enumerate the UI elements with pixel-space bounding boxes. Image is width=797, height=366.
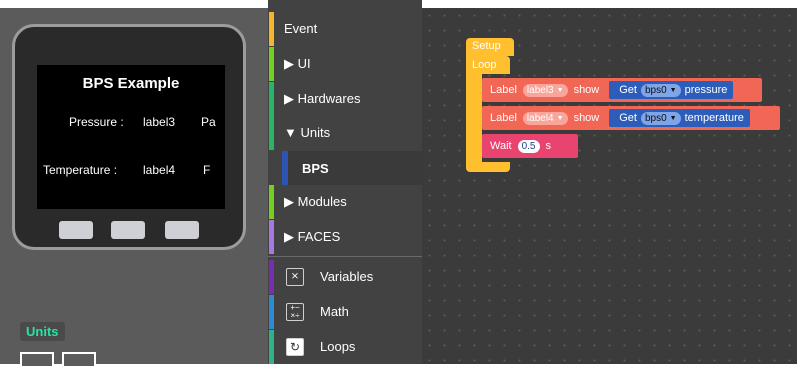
category-label: Math — [320, 304, 349, 319]
setup-block[interactable]: Setup — [466, 38, 514, 56]
label-dropdown-1[interactable]: label3 ▼ — [522, 83, 568, 97]
category-event[interactable]: Event — [268, 12, 422, 46]
category-color-bar — [269, 185, 274, 219]
label-keyword: Label — [490, 112, 517, 124]
category-loops[interactable]: ↻ Loops — [268, 330, 422, 364]
setup-label: Setup — [472, 40, 501, 52]
category-hardwares[interactable]: ▶ Hardwares — [268, 82, 422, 116]
wait-seconds-input[interactable]: 0.5 — [517, 139, 540, 153]
category-bps[interactable]: BPS — [282, 151, 422, 185]
pressure-unit[interactable]: Pa — [201, 115, 216, 129]
category-label: Variables — [320, 269, 374, 284]
chevron-down-icon: ▼ — [669, 114, 677, 122]
category-color-bar — [282, 151, 288, 185]
variables-icon: ⨯ — [286, 268, 304, 286]
device-button-a[interactable] — [59, 221, 93, 239]
get-keyword: Get — [619, 84, 637, 96]
device-button-c[interactable] — [165, 221, 199, 239]
get-bps-block-2[interactable]: Get bps0 ▼ temperature — [609, 109, 750, 127]
chevron-down-icon: ▼ — [556, 86, 564, 94]
chevron-down-icon: ▼ — [669, 86, 677, 94]
label-show-block-1[interactable]: Label label3 ▼ show Get bps0 ▼ pressure — [482, 78, 762, 102]
category-faces[interactable]: ▶ FACES — [268, 220, 422, 254]
label-dropdown-2[interactable]: label4 ▼ — [522, 111, 568, 125]
category-label: ▶ UI — [284, 56, 311, 71]
category-color-bar — [269, 260, 274, 294]
dropdown-value: label4 — [526, 112, 554, 124]
get-bps-block-1[interactable]: Get bps0 ▼ pressure — [609, 81, 734, 99]
dropdown-value: bps0 — [644, 84, 667, 96]
temperature-unit[interactable]: F — [203, 163, 210, 177]
category-color-bar — [269, 82, 274, 116]
device-frame: BPS Example Pressure : label3 Pa Tempera… — [12, 24, 246, 250]
category-color-bar — [269, 47, 274, 81]
category-color-bar — [269, 220, 274, 254]
field-name: pressure — [684, 84, 728, 96]
category-color-bar — [269, 330, 274, 364]
category-label: ▶ Hardwares — [284, 91, 361, 106]
show-keyword: show — [573, 112, 600, 124]
dropdown-value: bps0 — [644, 112, 667, 124]
category-color-bar — [269, 295, 274, 329]
math-icon: +− ×÷ — [286, 303, 304, 321]
category-math[interactable]: +− ×÷ Math — [268, 295, 422, 329]
get-keyword: Get — [619, 112, 637, 124]
loop-block-foot — [466, 162, 510, 172]
panel-top-edge — [0, 0, 268, 8]
category-variables[interactable]: ⨯ Variables — [268, 260, 422, 294]
label4-widget[interactable]: label4 — [143, 163, 175, 177]
category-color-bar — [269, 12, 274, 46]
category-divider — [268, 256, 422, 257]
sensor-dropdown-2[interactable]: bps0 ▼ — [640, 111, 681, 125]
block-workspace[interactable]: Setup Loop Label label3 ▼ show Get bps0 ▼ … — [422, 8, 797, 364]
dropdown-value: label3 — [526, 84, 554, 96]
block-categories-panel: Event ▶ UI ▶ Hardwares ▼ Units BPS ▶ Mod… — [268, 0, 422, 364]
category-label: Loops — [320, 339, 356, 354]
sensor-dropdown-1[interactable]: bps0 ▼ — [640, 83, 681, 97]
loops-icon: ↻ — [286, 338, 304, 356]
label-keyword: Label — [490, 84, 517, 96]
category-label: BPS — [302, 161, 329, 176]
category-units[interactable]: ▼ Units — [268, 116, 422, 150]
chevron-down-icon: ▼ — [556, 114, 564, 122]
label-show-block-2[interactable]: Label label4 ▼ show Get bps0 ▼ temperature — [482, 106, 780, 130]
category-label: ▶ FACES — [284, 229, 341, 244]
category-modules[interactable]: ▶ Modules — [268, 185, 422, 219]
category-label: ▼ Units — [284, 125, 331, 140]
wait-unit: s — [545, 140, 552, 152]
loop-block-spine — [466, 70, 482, 166]
screen-title[interactable]: BPS Example — [37, 75, 225, 92]
units-badge[interactable]: Units — [20, 322, 65, 341]
category-color-bar — [269, 116, 274, 150]
label3-widget[interactable]: label3 — [143, 115, 175, 129]
category-ui[interactable]: ▶ UI — [268, 47, 422, 81]
show-keyword: show — [573, 84, 600, 96]
device-button-b[interactable] — [111, 221, 145, 239]
device-screen[interactable]: BPS Example Pressure : label3 Pa Tempera… — [37, 65, 225, 209]
wait-keyword: Wait — [490, 140, 512, 152]
temperature-label-text[interactable]: Temperature : — [43, 163, 117, 177]
device-preview-panel: BPS Example Pressure : label3 Pa Tempera… — [0, 0, 268, 366]
pressure-label-text[interactable]: Pressure : — [69, 115, 124, 129]
category-label: ▶ Modules — [284, 194, 347, 209]
category-label: Event — [284, 21, 318, 36]
field-name: temperature — [684, 112, 744, 124]
wait-block[interactable]: Wait 0.5 s — [482, 134, 578, 158]
